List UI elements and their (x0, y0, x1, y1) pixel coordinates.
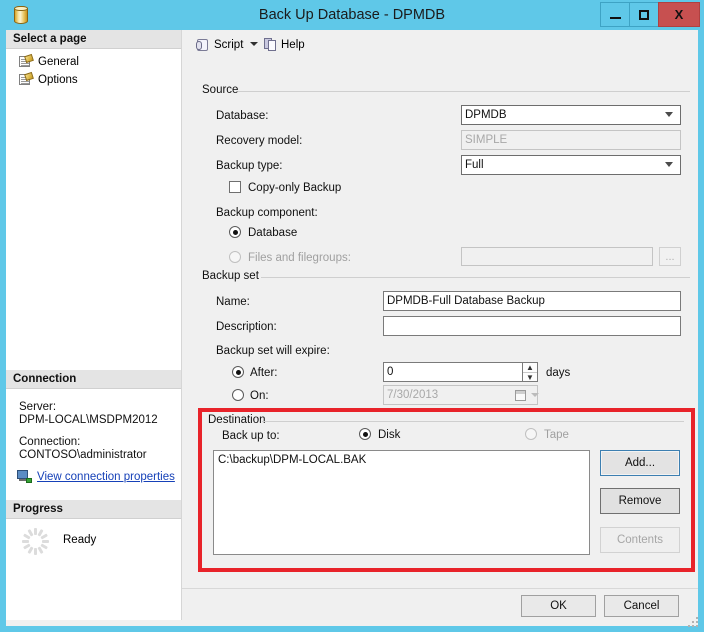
minimize-icon (609, 16, 621, 19)
database-combobox[interactable]: DPMDB (461, 105, 681, 125)
script-label: Script (214, 39, 244, 51)
title-bar: Back Up Database - DPMDB X (0, 0, 704, 30)
script-dropdown-button[interactable] (250, 42, 258, 46)
sidebar-item-label: General (38, 55, 79, 68)
help-label: Help (281, 39, 305, 51)
backup-type-combobox[interactable]: Full (461, 155, 681, 175)
chevron-down-icon (250, 42, 258, 46)
component-files-label: Files and filegroups: (248, 252, 351, 264)
server-value: DPM-LOCAL\MSDPM2012 (19, 414, 158, 426)
connection-label: Connection: (19, 436, 81, 448)
ok-button-label: OK (550, 600, 567, 612)
page-icon (19, 53, 34, 68)
stepper-down-icon[interactable]: ▼ (523, 373, 537, 382)
resize-grip[interactable] (688, 617, 699, 628)
sidebar-item-general[interactable]: General (19, 53, 79, 70)
sidebar-item-options[interactable]: Options (19, 71, 78, 88)
toolbar: Script Help (182, 30, 698, 62)
copy-only-backup-checkbox[interactable] (229, 181, 241, 193)
source-group-label: Source (198, 84, 243, 96)
backup-set-group-label: Backup set (198, 270, 263, 282)
copy-only-backup-label: Copy-only Backup (248, 182, 342, 194)
progress-status: Ready (63, 534, 97, 546)
script-icon (196, 38, 210, 52)
maximize-icon (639, 9, 649, 20)
backup-type-value: Full (465, 159, 484, 171)
help-icon (264, 38, 277, 52)
source-group-divider (238, 91, 690, 92)
files-browse-button: ... (659, 247, 681, 266)
recovery-model-value: SIMPLE (465, 134, 508, 146)
expire-after-value: 0 (387, 366, 394, 378)
expire-on-date-value: 7/30/2013 (387, 389, 439, 401)
close-button[interactable]: X (658, 2, 700, 27)
days-label: days (546, 367, 571, 379)
help-button[interactable]: Help (264, 38, 305, 52)
caption-buttons: X (600, 2, 700, 27)
select-a-page-header: Select a page (6, 30, 181, 49)
script-button[interactable]: Script (196, 38, 243, 52)
files-browse-label: ... (665, 250, 675, 263)
left-navigation-pane: Select a page General Options Connection… (6, 30, 182, 620)
date-dropdown-icon (527, 388, 543, 402)
recovery-model-label: Recovery model: (216, 135, 303, 147)
minimize-button[interactable] (600, 2, 630, 27)
component-database-radio[interactable] (229, 226, 241, 238)
backup-set-name-input[interactable]: DPMDB-Full Database Backup (383, 291, 681, 311)
expire-after-radio[interactable] (232, 366, 244, 378)
footer-divider (182, 588, 698, 589)
network-computer-icon (17, 470, 32, 483)
stepper-up-icon[interactable]: ▲ (523, 363, 537, 373)
spinner-icon (22, 528, 49, 555)
backup-set-group-divider (261, 277, 690, 278)
component-files-radio (229, 251, 241, 263)
database-label: Database: (216, 110, 269, 122)
backup-set-name-value: DPMDB-Full Database Backup (387, 295, 545, 307)
expire-on-label: On: (250, 390, 269, 402)
progress-header: Progress (6, 500, 181, 519)
chevron-down-icon (665, 162, 674, 168)
view-connection-properties-row[interactable]: View connection properties (17, 470, 175, 483)
database-value: DPMDB (465, 109, 507, 121)
files-filegroups-field (461, 247, 653, 266)
expire-after-input[interactable]: 0 (383, 362, 523, 382)
backup-type-label: Backup type: (216, 160, 283, 172)
server-label: Server: (19, 401, 57, 413)
expire-on-radio[interactable] (232, 389, 244, 401)
view-connection-properties-link[interactable]: View connection properties (37, 471, 175, 483)
maximize-button[interactable] (629, 2, 659, 27)
page-icon (19, 71, 34, 86)
close-icon: X (674, 7, 684, 22)
destination-highlight-box (198, 408, 695, 572)
expire-after-stepper[interactable]: ▲ ▼ (523, 362, 538, 382)
expire-after-label: After: (250, 367, 278, 379)
backup-set-expire-label: Backup set will expire: (216, 345, 330, 357)
ok-button[interactable]: OK (521, 595, 596, 617)
chevron-down-icon (665, 112, 674, 118)
sidebar-item-label: Options (38, 73, 78, 86)
backup-database-dialog: Back Up Database - DPMDB X Select a page… (0, 0, 704, 632)
connection-header: Connection (6, 370, 181, 389)
connection-value: CONTOSO\administrator (19, 449, 147, 461)
backup-set-name-label: Name: (216, 296, 250, 308)
cancel-button[interactable]: Cancel (604, 595, 679, 617)
recovery-model-field: SIMPLE (461, 130, 681, 150)
cancel-button-label: Cancel (623, 600, 660, 612)
window-title: Back Up Database - DPMDB (258, 7, 446, 23)
backup-set-description-label: Description: (216, 321, 277, 333)
calendar-icon (512, 388, 528, 402)
component-database-label: Database (248, 227, 298, 239)
backup-component-label: Backup component: (216, 207, 318, 219)
backup-set-description-input[interactable] (383, 316, 681, 336)
